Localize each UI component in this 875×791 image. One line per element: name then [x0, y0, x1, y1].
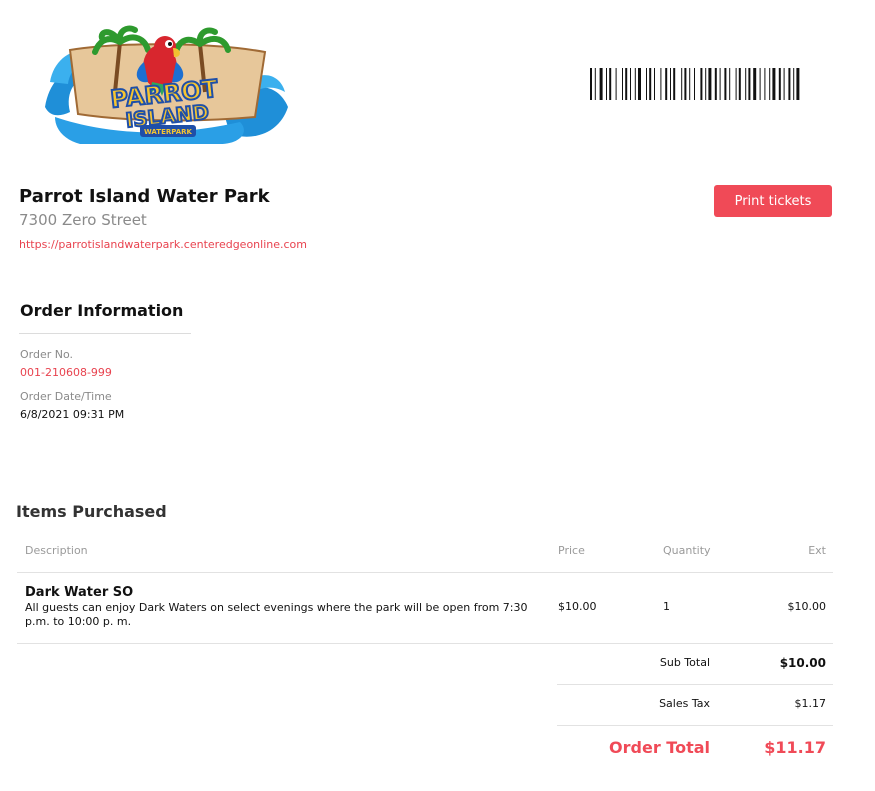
- sales-tax-divider: [557, 725, 833, 726]
- barcode-icon: [590, 68, 800, 100]
- logo-text-line3: WATERPARK: [144, 128, 193, 136]
- order-total-label: Order Total: [609, 738, 710, 757]
- column-header-ext: Ext: [808, 544, 826, 557]
- item-ext: $10.00: [787, 600, 827, 613]
- subtotal-value: $10.00: [779, 656, 826, 670]
- order-number-label: Order No.: [20, 348, 74, 361]
- venue-url-link[interactable]: https://parrotislandwaterpark.centeredge…: [19, 238, 307, 251]
- sales-tax-label: Sales Tax: [659, 697, 710, 710]
- item-name: Dark Water SO: [25, 585, 134, 600]
- order-datetime-value: 6/8/2021 09:31 PM: [20, 408, 125, 421]
- order-number-value: 001-210608-999: [20, 366, 112, 379]
- print-tickets-button[interactable]: Print tickets: [714, 185, 832, 217]
- column-header-price: Price: [558, 544, 585, 557]
- column-header-quantity: Quantity: [663, 544, 711, 557]
- item-price: $10.00: [558, 600, 597, 613]
- order-total-value: $11.17: [764, 738, 826, 757]
- venue-address: 7300 Zero Street: [19, 211, 147, 229]
- parrot-island-logo: PARROT ISLAND WATERPARK: [45, 25, 288, 144]
- table-row-divider: [17, 643, 833, 644]
- column-header-description: Description: [25, 544, 88, 557]
- items-purchased-heading: Items Purchased: [16, 502, 167, 521]
- sales-tax-value: $1.17: [794, 697, 827, 710]
- order-divider: [19, 333, 191, 334]
- order-datetime-label: Order Date/Time: [20, 390, 112, 403]
- item-quantity: 1: [663, 600, 670, 613]
- subtotal-divider: [557, 684, 833, 685]
- venue-name: Parrot Island Water Park: [19, 186, 270, 207]
- table-header-divider: [17, 572, 833, 573]
- item-description: All guests can enjoy Dark Waters on sele…: [25, 601, 528, 628]
- order-information-heading: Order Information: [20, 301, 184, 320]
- subtotal-label: Sub Total: [659, 656, 710, 669]
